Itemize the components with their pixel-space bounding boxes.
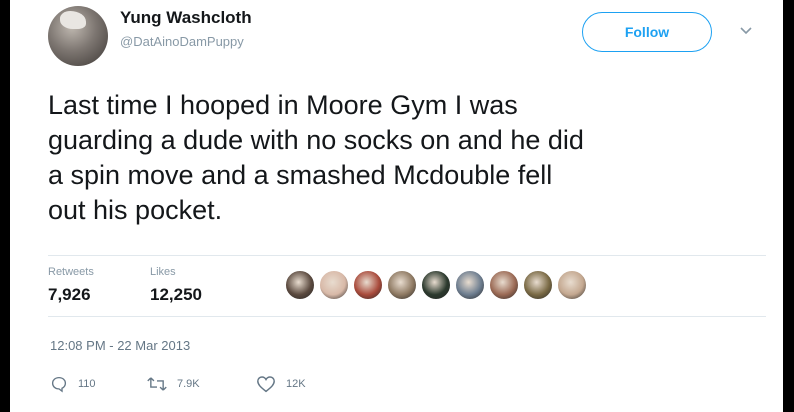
liker-avatar[interactable]	[353, 270, 383, 300]
user-handle[interactable]: @DatAinoDamPuppy	[120, 34, 244, 49]
reply-button[interactable]: 110	[50, 375, 96, 393]
divider	[48, 255, 766, 256]
retweet-count: 7.9K	[177, 378, 200, 390]
liker-avatar[interactable]	[319, 270, 349, 300]
reply-count: 110	[78, 378, 96, 390]
likes-label[interactable]: Likes	[150, 266, 176, 278]
retweets-count[interactable]: 7,926	[48, 285, 91, 305]
liker-avatar[interactable]	[557, 270, 587, 300]
liker-avatar[interactable]	[285, 270, 315, 300]
follow-button[interactable]: Follow	[582, 12, 712, 52]
reply-icon	[51, 376, 67, 393]
like-button[interactable]: 12K	[256, 375, 306, 393]
liker-avatar[interactable]	[421, 270, 451, 300]
display-name[interactable]: Yung Washcloth	[120, 8, 252, 28]
chevron-down-icon[interactable]	[738, 22, 754, 38]
divider	[48, 316, 766, 317]
heart-icon	[257, 376, 275, 393]
tweet-text: Last time I hooped in Moore Gym I was gu…	[48, 90, 584, 225]
avatar[interactable]	[48, 6, 108, 66]
liker-avatar[interactable]	[455, 270, 485, 300]
liker-avatar[interactable]	[387, 270, 417, 300]
likes-count[interactable]: 12,250	[150, 285, 202, 305]
tweet-card: Yung Washcloth @DatAinoDamPuppy Follow L…	[10, 0, 783, 412]
retweet-button[interactable]: 7.9K	[147, 375, 200, 393]
liker-avatar[interactable]	[523, 270, 553, 300]
retweets-label[interactable]: Retweets	[48, 266, 94, 278]
timestamp[interactable]: 12:08 PM - 22 Mar 2013	[50, 338, 190, 353]
like-count: 12K	[286, 378, 306, 390]
liker-avatar[interactable]	[489, 270, 519, 300]
likers-avatars	[285, 270, 591, 302]
retweet-icon	[147, 377, 167, 391]
